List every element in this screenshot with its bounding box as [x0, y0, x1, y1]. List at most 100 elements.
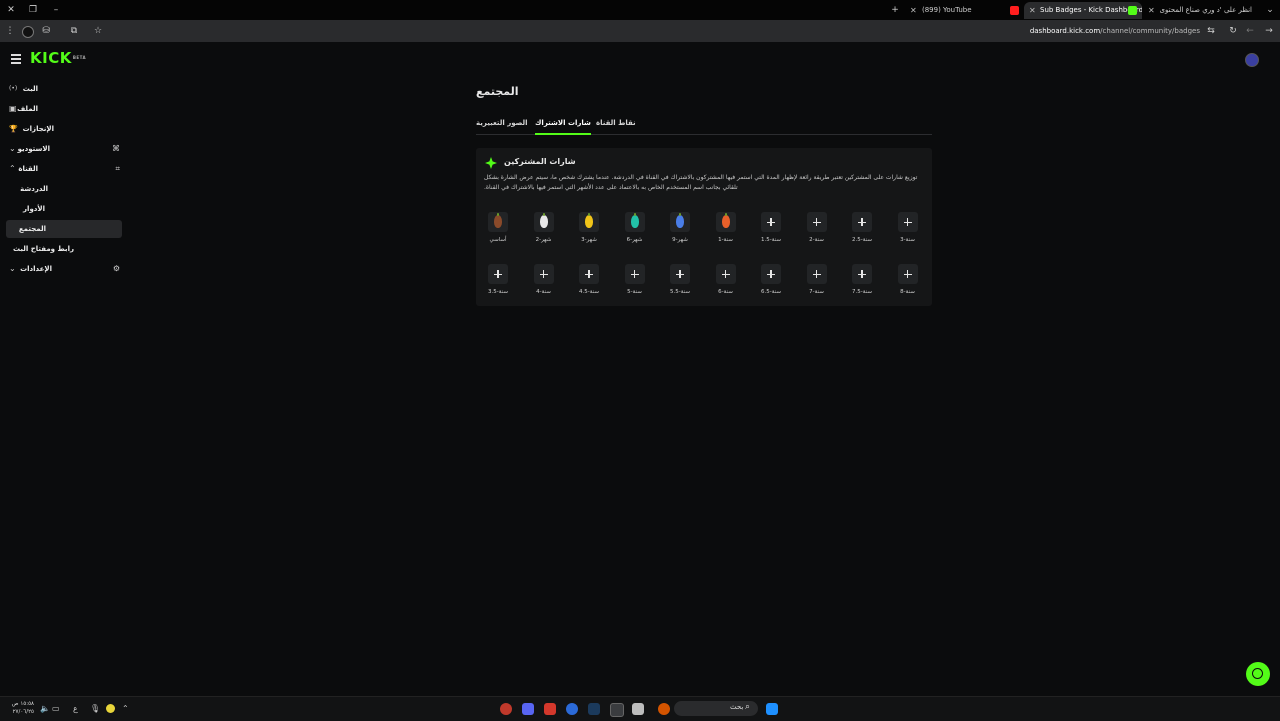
badge-slot[interactable]: سنة-5.5 [660, 264, 700, 296]
badge-slot[interactable]: سنة-1.5 [751, 212, 791, 244]
taskbar-app-browser-icon[interactable] [566, 703, 578, 715]
badge-slot[interactable]: سنة-4.5 [569, 264, 609, 296]
tab-close-icon[interactable]: ✕ [910, 2, 917, 19]
reload-icon[interactable]: ↻ [1227, 25, 1239, 37]
taskbar-app-game-icon[interactable] [658, 703, 670, 715]
taskbar-clock[interactable]: ١٥:٥٨ ص ٢٧/٠٦/٢٥ [8, 700, 34, 716]
taskbar-app-files-icon[interactable] [632, 703, 644, 715]
new-tab-icon[interactable]: + [889, 4, 901, 16]
badge-image[interactable] [670, 212, 690, 232]
badge-slot[interactable]: سنة-7 [797, 264, 837, 296]
user-avatar[interactable] [1245, 53, 1259, 67]
badge-image[interactable] [624, 212, 645, 232]
youtube-favicon-icon [1010, 6, 1019, 15]
back-icon[interactable]: ← [1244, 25, 1256, 37]
share-icon[interactable]: ⧉ [68, 25, 80, 37]
sidebar-item-roles[interactable]: الأدوار [6, 200, 122, 218]
badge-slot[interactable]: أساسي [478, 212, 518, 244]
badge-image[interactable] [488, 212, 508, 232]
add-badge-icon[interactable] [624, 264, 645, 284]
badge-slot[interactable]: سنة-8 [888, 264, 928, 296]
pepper-badge-icon [585, 213, 593, 228]
add-badge-icon[interactable] [715, 264, 736, 284]
add-badge-icon[interactable] [670, 264, 690, 284]
add-badge-icon[interactable] [897, 264, 918, 284]
tab-sub-badges[interactable]: شارات الاشتراك [535, 116, 591, 135]
add-badge-icon[interactable] [806, 264, 827, 284]
tab-list-chevron-icon[interactable]: ⌄ [1264, 4, 1276, 16]
badge-image[interactable] [715, 212, 736, 232]
hamburger-menu-icon[interactable] [11, 54, 21, 66]
badge-slot[interactable]: سنة-1 [706, 212, 746, 244]
tab-kick-dashboard[interactable]: ✕ Sub Badges - Kick Dashboard [1024, 2, 1142, 19]
kick-logo[interactable]: KICKBETA [30, 50, 86, 66]
badge-slot[interactable]: سنة-3 [888, 212, 928, 244]
sidebar-item-channel[interactable]: القناة ⌃ ⌗ [6, 160, 122, 178]
input-language[interactable]: ع [73, 704, 78, 714]
tab-emotes[interactable]: الصور التعبيرية [476, 116, 528, 130]
tab-close-icon[interactable]: ✕ [1148, 2, 1155, 19]
site-settings-icon[interactable]: ⇆ [1205, 25, 1217, 37]
forward-icon[interactable]: → [1263, 25, 1275, 37]
taskbar-search[interactable]: بحث ⌕ [674, 701, 758, 716]
tab-close-icon[interactable]: ✕ [1029, 2, 1036, 19]
badge-slot[interactable]: سنة-3.5 [478, 264, 518, 296]
tray-app-icon[interactable] [106, 704, 115, 713]
badge-label: سنة-7 [809, 289, 824, 295]
maximize-window-icon[interactable]: ❐ [27, 4, 39, 16]
address-bar[interactable]: dashboard.kick.com/channel/community/bad… [1030, 25, 1200, 37]
tab-channel-points[interactable]: نقاط القناة [596, 116, 636, 130]
badge-slot[interactable]: شهر-6 [615, 212, 655, 244]
tab-youtube[interactable]: ✕ (899) YouTube [906, 2, 1022, 19]
kick-favicon-icon [1128, 6, 1137, 15]
windows-start-icon[interactable] [766, 703, 778, 715]
taskbar-app-steam-icon[interactable] [588, 703, 600, 715]
taskbar-app-discord-icon[interactable] [522, 703, 534, 715]
add-badge-icon[interactable] [579, 264, 599, 284]
add-badge-icon[interactable] [533, 264, 554, 284]
badge-slot[interactable]: شهر-3 [569, 212, 609, 244]
add-badge-icon[interactable] [852, 212, 872, 232]
sidebar-item-community[interactable]: المجتمع [6, 220, 122, 238]
badge-label: سنة-3.5 [488, 289, 508, 295]
badge-image[interactable] [533, 212, 554, 232]
profile-icon[interactable] [22, 26, 34, 38]
tab-third[interactable]: ✕ انظر على 'د وري صناع المحتوى' [1144, 2, 1260, 19]
sidebar-item-broadcast[interactable]: البث (•) [6, 80, 122, 98]
sidebar-item-chat[interactable]: الدردشة [6, 180, 122, 198]
taskbar-app-active-icon[interactable] [610, 703, 624, 717]
sidebar-item-stream-key[interactable]: رابط ومفتاح البث [6, 240, 122, 258]
add-badge-icon[interactable] [806, 212, 827, 232]
badge-slot[interactable]: سنة-6 [706, 264, 746, 296]
badge-slot[interactable]: سنة-7.5 [842, 264, 882, 296]
taskbar-app-chrome-icon[interactable] [500, 703, 512, 715]
network-icon[interactable]: ▭ [52, 704, 60, 714]
bookmark-star-icon[interactable]: ☆ [92, 25, 104, 37]
badge-slot[interactable]: سنة-2 [797, 212, 837, 244]
menu-dots-icon[interactable]: ⋮ [4, 25, 16, 37]
sidebar-item-settings[interactable]: الإعدادات ⌄ ⚙ [6, 260, 122, 278]
sidebar-item-achievements[interactable]: الإنجازات 🏆 [6, 120, 122, 138]
tray-chevron-icon[interactable]: ⌃ [122, 704, 129, 714]
add-badge-icon[interactable] [897, 212, 918, 232]
microphone-icon[interactable]: 🎙 [90, 704, 100, 714]
minimize-window-icon[interactable]: – [50, 4, 62, 16]
sidebar-item-profile[interactable]: الملف ▣ [6, 100, 122, 118]
badge-image[interactable] [579, 212, 599, 232]
taskbar-app-media-icon[interactable] [544, 703, 556, 715]
extensions-icon[interactable]: ⛁ [40, 25, 52, 37]
badge-slot[interactable]: سنة-5 [615, 264, 655, 296]
badge-slot[interactable]: شهر-9 [660, 212, 700, 244]
badge-slot[interactable]: سنة-2.5 [842, 212, 882, 244]
support-chat-button[interactable] [1246, 662, 1270, 686]
speaker-icon[interactable]: 🔈 [40, 704, 50, 714]
add-badge-icon[interactable] [488, 264, 508, 284]
close-window-icon[interactable]: ✕ [5, 4, 17, 16]
add-badge-icon[interactable] [761, 212, 781, 232]
badge-slot[interactable]: سنة-6.5 [751, 264, 791, 296]
add-badge-icon[interactable] [761, 264, 781, 284]
badge-slot[interactable]: سنة-4 [524, 264, 564, 296]
add-badge-icon[interactable] [852, 264, 872, 284]
badge-slot[interactable]: شهر-2 [524, 212, 564, 244]
sidebar-item-studio[interactable]: الاستوديو ⌄ ⌘ [6, 140, 122, 158]
